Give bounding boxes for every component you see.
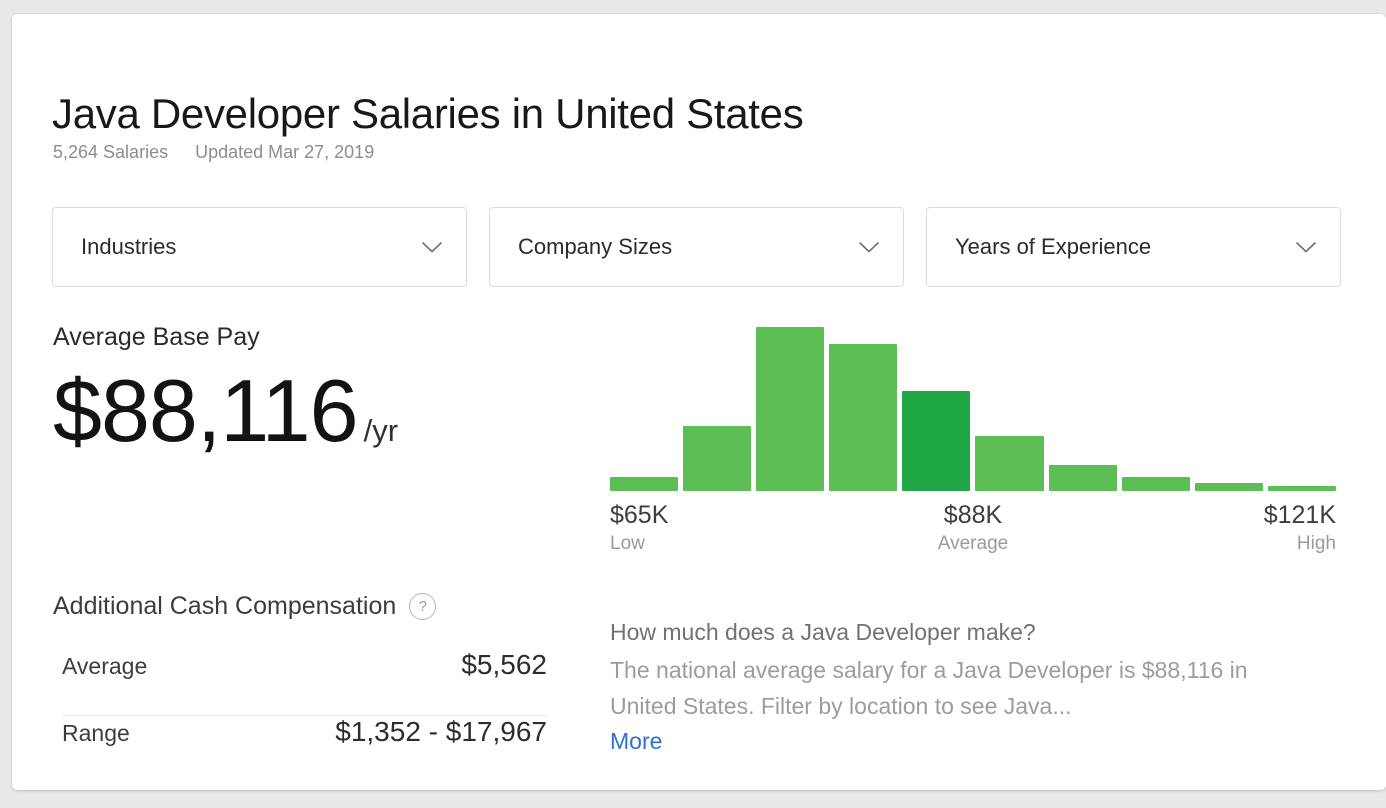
average-base-pay-label: Average Base Pay bbox=[53, 323, 260, 352]
additional-cash-compensation-header: Additional Cash Compensation ? bbox=[53, 592, 436, 621]
table-row: Range $1,352 - $17,967 bbox=[62, 716, 547, 782]
axis-average-label: Average bbox=[938, 531, 1008, 557]
row-key: Average bbox=[62, 653, 147, 680]
salary-blurb: How much does a Java Developer make? The… bbox=[610, 615, 1310, 755]
axis-label-average: $88K Average bbox=[610, 500, 1336, 556]
chart-axis-labels: $65K Low $88K Average $121K High bbox=[610, 500, 1336, 560]
updated-date: Updated Mar 27, 2019 bbox=[195, 142, 374, 163]
chart-bar[interactable] bbox=[1049, 465, 1117, 491]
row-value: $1,352 - $17,967 bbox=[335, 716, 547, 748]
base-pay-period: /yr bbox=[364, 413, 398, 449]
salary-distribution-chart bbox=[610, 319, 1336, 491]
chevron-down-icon bbox=[1296, 242, 1316, 253]
filter-years-of-experience[interactable]: Years of Experience bbox=[926, 207, 1341, 287]
axis-label-high: $121K High bbox=[1264, 500, 1336, 556]
chevron-down-icon bbox=[422, 242, 442, 253]
row-value: $5,562 bbox=[461, 649, 547, 681]
blurb-question: How much does a Java Developer make? bbox=[610, 615, 1310, 650]
chart-bar[interactable] bbox=[829, 344, 897, 491]
chevron-down-icon bbox=[859, 242, 879, 253]
header-meta: 5,264 Salaries Updated Mar 27, 2019 bbox=[53, 142, 374, 163]
more-link[interactable]: More bbox=[610, 728, 662, 755]
axis-high-value: $121K bbox=[1264, 500, 1336, 531]
page-title: Java Developer Salaries in United States bbox=[52, 90, 803, 138]
filter-industries[interactable]: Industries bbox=[52, 207, 467, 287]
filter-bar: Industries Company Sizes Years of Experi… bbox=[52, 207, 1341, 287]
chart-bar[interactable] bbox=[975, 436, 1043, 491]
filter-company-sizes[interactable]: Company Sizes bbox=[489, 207, 904, 287]
table-row: Average $5,562 bbox=[62, 649, 547, 716]
average-base-pay-value: $88,116 /yr bbox=[53, 367, 398, 455]
chart-bar[interactable] bbox=[1195, 483, 1263, 491]
additional-cash-compensation-table: Average $5,562 Range $1,352 - $17,967 bbox=[62, 649, 547, 782]
filter-years-of-experience-label: Years of Experience bbox=[955, 234, 1151, 260]
chart-bar[interactable] bbox=[1268, 486, 1336, 491]
chart-bar[interactable] bbox=[610, 477, 678, 491]
question-mark-icon[interactable]: ? bbox=[409, 593, 436, 620]
filter-company-sizes-label: Company Sizes bbox=[518, 234, 672, 260]
chart-bars bbox=[610, 319, 1336, 491]
additional-cash-compensation-title: Additional Cash Compensation bbox=[53, 592, 396, 621]
salary-card: Java Developer Salaries in United States… bbox=[12, 14, 1386, 790]
chart-bar[interactable] bbox=[1122, 477, 1190, 491]
salary-count: 5,264 Salaries bbox=[53, 142, 168, 163]
blurb-body: The national average salary for a Java D… bbox=[610, 652, 1306, 724]
axis-high-label: High bbox=[1297, 531, 1336, 557]
chart-bar[interactable] bbox=[756, 327, 824, 491]
axis-average-value: $88K bbox=[944, 500, 1002, 531]
row-key: Range bbox=[62, 720, 130, 747]
chart-bar[interactable] bbox=[902, 391, 970, 491]
filter-industries-label: Industries bbox=[81, 234, 176, 260]
chart-bar[interactable] bbox=[683, 426, 751, 491]
base-pay-amount: $88,116 bbox=[53, 367, 358, 455]
